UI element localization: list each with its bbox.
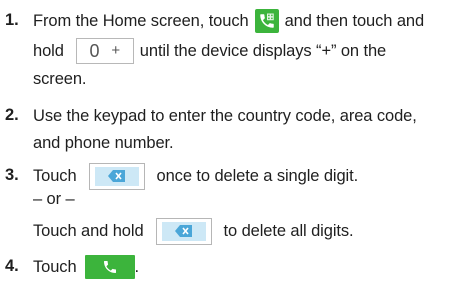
step-1-line-2: hold 0 + until the device displays “+” o… — [33, 38, 387, 64]
call-icon — [84, 255, 135, 279]
or-separator: – or – — [33, 190, 75, 208]
step-4-line-1: Touch . — [33, 255, 139, 279]
step-1-line-1: From the Home screen, touch and then tou… — [33, 9, 424, 33]
delete-key — [155, 217, 212, 245]
step-3-or: – or – — [33, 187, 75, 211]
delete-key — [88, 162, 145, 190]
step-text: . — [134, 258, 140, 276]
step-text: and then touch and — [284, 12, 425, 30]
step-2-line-1: Use the keypad to enter the country code… — [33, 104, 417, 128]
step-text: Touch — [33, 258, 77, 276]
phone-icon — [254, 9, 279, 33]
step-number: 3. — [5, 166, 19, 184]
step-text: until the device displays “+” on the — [139, 42, 387, 60]
step-text: Touch and hold — [33, 222, 144, 240]
delete-icon — [161, 221, 206, 241]
step-number: 1. — [5, 11, 19, 29]
step-text: once to delete a single digit. — [156, 167, 359, 185]
step-number: 4. — [5, 257, 19, 275]
step-number: 2. — [5, 106, 19, 124]
step-text: hold — [33, 42, 64, 60]
step-2-line-2: and phone number. — [33, 131, 174, 155]
step-text: to delete all digits. — [223, 222, 354, 240]
step-text: Use the keypad to enter the country code… — [33, 107, 417, 125]
step-text: and phone number. — [33, 134, 174, 152]
delete-icon — [94, 166, 139, 186]
plus-label: + — [111, 42, 121, 59]
step-3-line-3: Touch and hold to delete all digits. — [33, 217, 354, 245]
step-text: From the Home screen, touch — [33, 12, 249, 30]
zero-plus-key: 0 + — [75, 38, 134, 64]
step-text: Touch — [33, 167, 77, 185]
zero-label: 0 — [89, 41, 100, 61]
step-3-line-1: Touch once to delete a single digit. — [33, 162, 359, 190]
step-text: screen. — [33, 70, 87, 88]
step-1-line-3: screen. — [33, 67, 87, 91]
